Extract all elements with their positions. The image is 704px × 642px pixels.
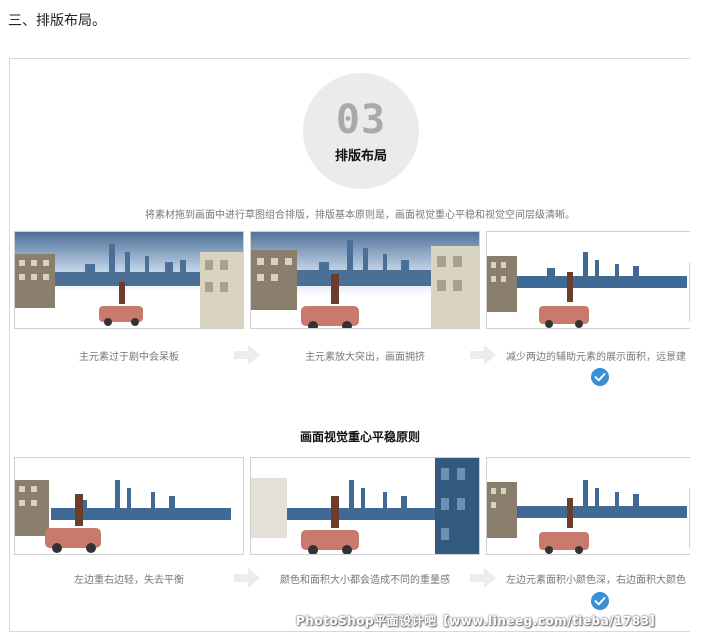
composition-image-6 [486, 457, 690, 555]
watermark: PhotoShop平面设计吧【www.lineeg.com/tieba/1783… [296, 614, 663, 628]
composition-image-4 [14, 457, 244, 555]
check-icon [591, 368, 609, 386]
section-heading: 三、排版布局。 [8, 13, 106, 29]
caption-2-3: 左边元素面积小颜色深，右边面积大颜色 [506, 575, 686, 586]
caption-2-2: 颜色和面积大小都会造成不同的重量感 [280, 575, 450, 586]
layout-tutorial-card: 03 排版布局 将素材拖到画面中进行草图组合排版，排版基本原则是，画面视觉重心平… [9, 58, 690, 632]
composition-image-2 [250, 231, 480, 329]
composition-image-5 [250, 457, 480, 555]
step-title: 排版布局 [334, 149, 387, 164]
balance-principle-title: 画面视觉重心平稳原则 [299, 430, 420, 444]
intro-text: 将素材拖到画面中进行草图组合排版，排版基本原则是，画面视觉重心平稳和视觉空间层级… [145, 210, 575, 221]
caption-1-3: 减少两边的辅助元素的展示面积，远景建 [506, 352, 686, 363]
caption-1-1: 主元素过于剧中会呆板 [79, 352, 179, 363]
caption-2-1: 左边重右边轻，失去平衡 [74, 575, 184, 586]
composition-image-3 [486, 231, 690, 329]
caption-1-2: 主元素放大突出，画面拥挤 [305, 352, 425, 363]
composition-image-1 [14, 231, 244, 329]
check-icon [591, 592, 609, 610]
step-number: 03 [335, 97, 387, 143]
step-badge: 03 排版布局 [303, 73, 419, 189]
